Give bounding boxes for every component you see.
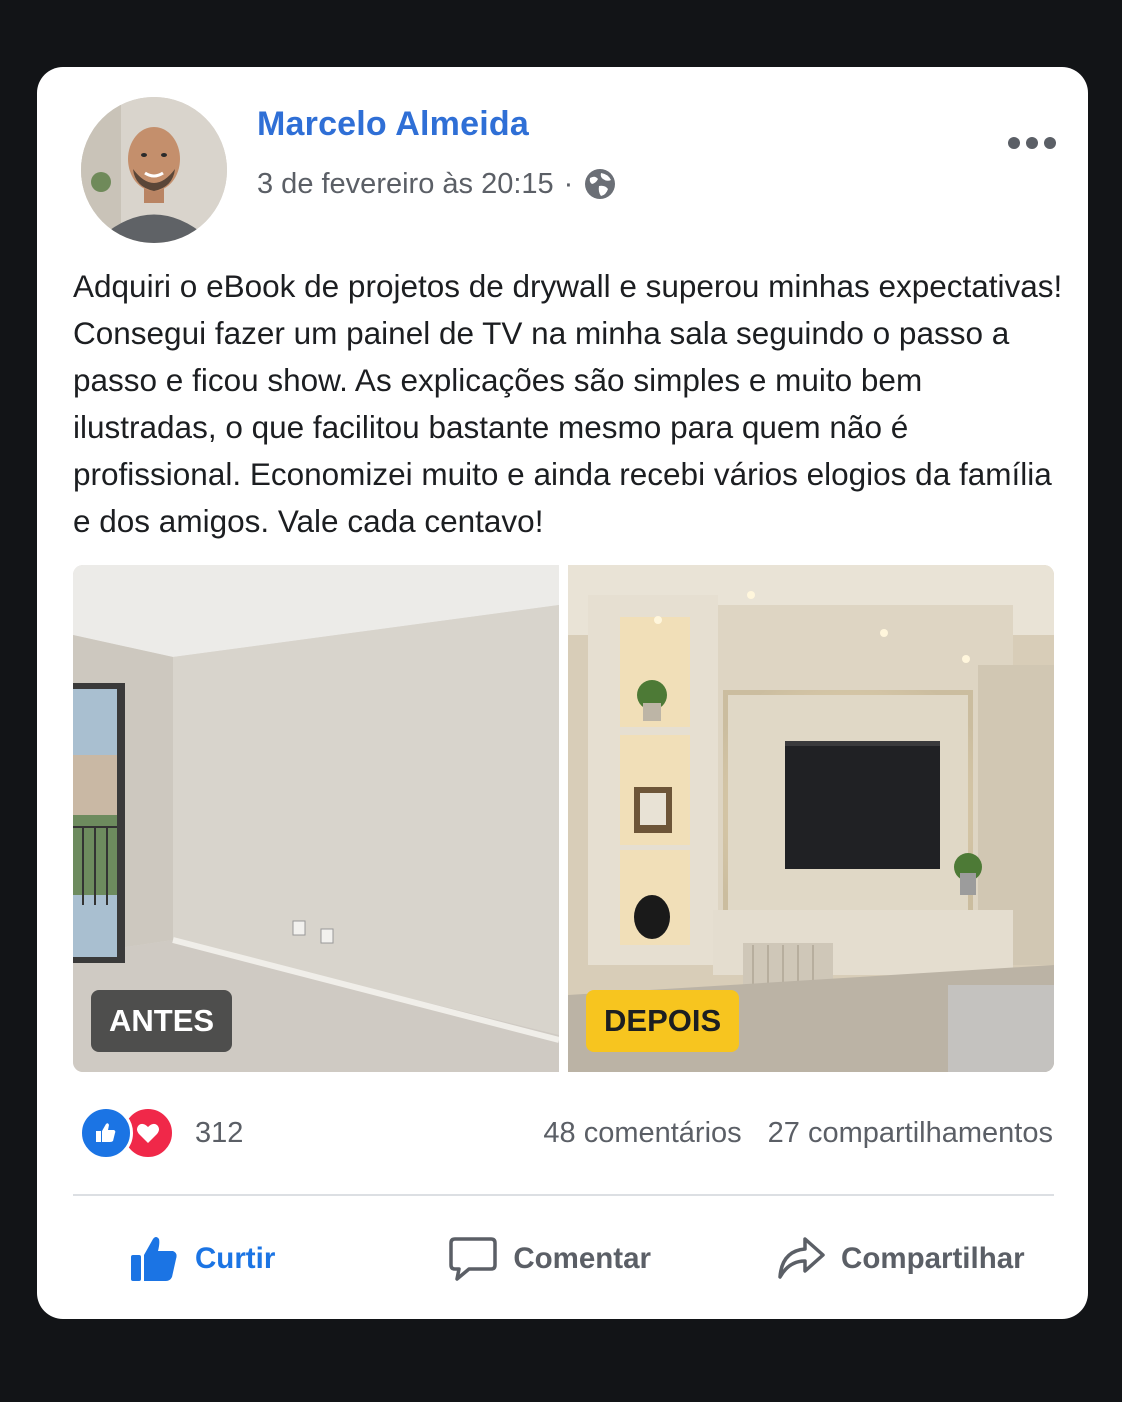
share-label: Compartilhar xyxy=(841,1242,1025,1275)
engagement-counts: 48 comentários 27 compartilhamentos xyxy=(543,1117,1053,1150)
after-photo[interactable]: DEPOIS xyxy=(568,565,1054,1072)
meta-separator: · xyxy=(563,167,574,200)
like-label: Curtir xyxy=(195,1242,276,1275)
share-arrow-icon xyxy=(778,1237,825,1279)
avatar[interactable] xyxy=(81,97,227,243)
reaction-count[interactable]: 312 xyxy=(195,1117,243,1150)
post-body: Adquiri o eBook de projetos de drywall e… xyxy=(73,268,1063,539)
action-bar: Curtir Comentar Compartilhar xyxy=(73,1227,1054,1291)
thumbs-up-icon xyxy=(131,1237,177,1281)
comment-bubble-icon xyxy=(449,1237,498,1281)
more-dot xyxy=(1044,137,1056,149)
comment-count[interactable]: 48 comentários xyxy=(543,1117,741,1150)
more-dot xyxy=(1026,137,1038,149)
comment-label: Comentar xyxy=(513,1242,652,1275)
globe-icon[interactable] xyxy=(583,167,617,201)
share-count[interactable]: 27 compartilhamentos xyxy=(768,1117,1053,1150)
share-button[interactable]: Compartilhar xyxy=(775,1233,1025,1285)
more-dot xyxy=(1008,137,1020,149)
avatar-photo xyxy=(81,97,227,243)
more-options-button[interactable] xyxy=(1008,131,1058,155)
post-card: Marcelo Almeida 3 de fevereiro às 20:15 … xyxy=(37,67,1088,1319)
before-photo[interactable]: ANTES xyxy=(73,565,559,1072)
divider xyxy=(73,1194,1054,1196)
after-tag: DEPOIS xyxy=(586,990,740,1052)
post-meta: 3 de fevereiro às 20:15 · xyxy=(257,167,617,201)
reactions-bar: 312 48 comentários 27 compartilhamentos xyxy=(73,1105,1053,1161)
post-timestamp[interactable]: 3 de fevereiro às 20:15 xyxy=(257,168,554,201)
like-button[interactable]: Curtir xyxy=(129,1233,275,1285)
author-name[interactable]: Marcelo Almeida xyxy=(257,105,529,144)
like-reaction-icon[interactable] xyxy=(79,1106,133,1160)
before-tag: ANTES xyxy=(91,990,233,1052)
comment-button[interactable]: Comentar xyxy=(447,1233,651,1285)
